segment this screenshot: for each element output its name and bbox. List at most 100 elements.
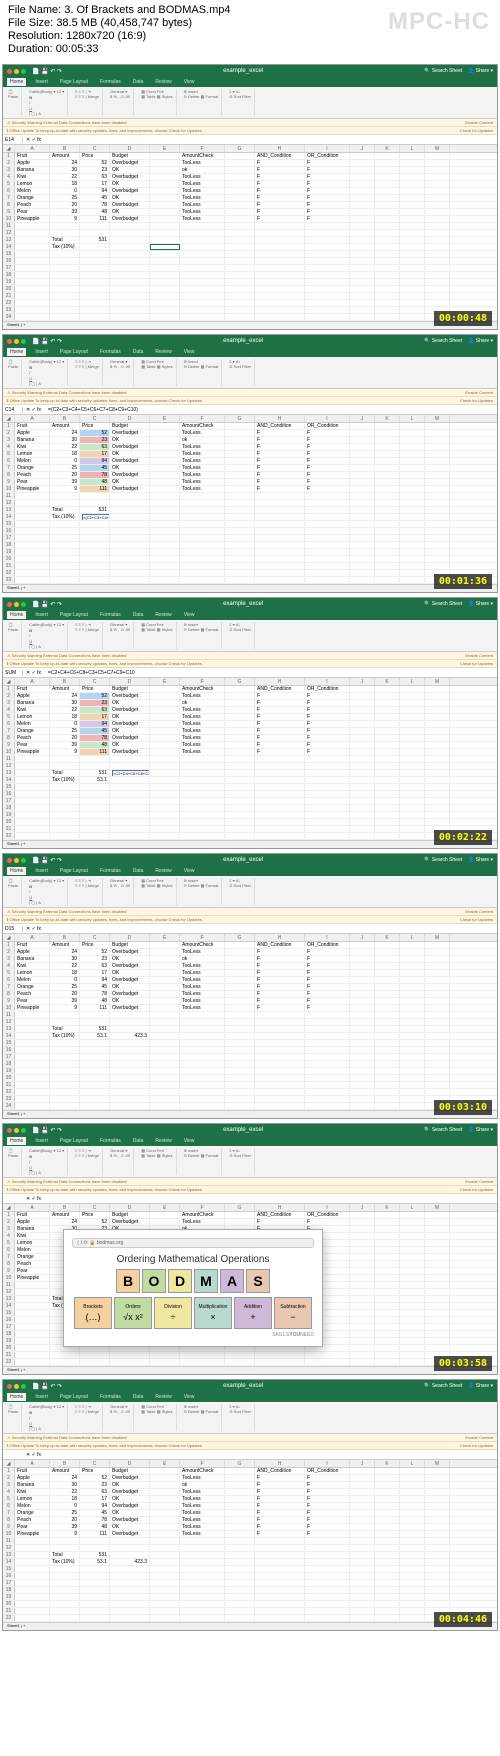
empty-row[interactable]: 15 xyxy=(3,784,497,791)
tab-formulas[interactable]: Formulas xyxy=(97,1393,124,1401)
empty-row[interactable]: 17 xyxy=(3,1580,497,1587)
share-button[interactable]: 👤 Share ▾ xyxy=(468,338,493,344)
window-controls[interactable] xyxy=(7,602,26,607)
check-updates-button[interactable]: Check for Updates xyxy=(460,1187,493,1192)
check-updates-button[interactable]: Check for Updates xyxy=(460,661,493,666)
table-row[interactable]: 4 Kiwi2263OverbudgetTooLessFF xyxy=(3,444,497,451)
bodmas-popup-window[interactable]: ⟨ ⟩ ⟳ 🔒 bodmas.org Ordering Mathematical… xyxy=(63,1229,323,1347)
formula-bar[interactable]: C14 ✕ ✓ fx =(C2+C3+C4+C5+C6+C7+C8+C9+C10… xyxy=(3,405,497,415)
enable-content-button[interactable]: Enable Content xyxy=(465,1435,493,1440)
total-row[interactable]: 13Total531 xyxy=(3,507,497,514)
empty-row[interactable]: 11 xyxy=(3,1012,497,1019)
formula-bar[interactable]: ✕ ✓ fx xyxy=(3,1194,497,1204)
tax-row[interactable]: 14Tax (10%)=(C2+C3+C4+C5+C6+C7+C8+C9+C10… xyxy=(3,514,497,521)
table-row[interactable]: 7 Orange2545OKTooLessFF xyxy=(3,465,497,472)
table-row[interactable]: 5 Lemon1817OKTooLessFF xyxy=(3,181,497,188)
tab-formulas[interactable]: Formulas xyxy=(97,348,124,356)
empty-row[interactable]: 18 xyxy=(3,1587,497,1594)
ribbon-body[interactable]: 📋Paste Calibri(Body) ▾ 12 ▾B I U | ▢ | A… xyxy=(3,1402,497,1434)
spreadsheet[interactable]: ◢ ABCDEFGHIJKLM 1 FruitAmountPriceBudget… xyxy=(3,1204,497,1366)
tab-insert[interactable]: Insert xyxy=(32,348,51,356)
table-row[interactable]: 3 Banana3023OKokFF xyxy=(3,167,497,174)
empty-row[interactable]: 12 xyxy=(3,1019,497,1026)
tab-view[interactable]: View xyxy=(181,611,198,619)
tab-review[interactable]: Review xyxy=(152,1137,174,1145)
window-controls[interactable] xyxy=(7,69,26,74)
tab-page-layout[interactable]: Page Layout xyxy=(57,348,91,356)
tab-insert[interactable]: Insert xyxy=(32,1137,51,1145)
share-button[interactable]: 👤 Share ▾ xyxy=(468,857,493,863)
table-row[interactable]: 6 Melon094OverbudgetTooLessFF xyxy=(3,1503,497,1510)
tab-view[interactable]: View xyxy=(181,867,198,875)
search-box[interactable]: 🔍 Search Sheet xyxy=(424,68,462,74)
search-box[interactable]: 🔍 Search Sheet xyxy=(424,857,462,863)
tab-review[interactable]: Review xyxy=(152,348,174,356)
tab-data[interactable]: Data xyxy=(130,611,147,619)
search-box[interactable]: 🔍 Search Sheet xyxy=(424,601,462,607)
tab-formulas[interactable]: Formulas xyxy=(97,611,124,619)
table-row[interactable]: 10 Pineapple9111OverbudgetTooLessFF xyxy=(3,749,497,756)
table-row[interactable]: 9 Pear3948OKTooLessFF xyxy=(3,742,497,749)
table-row[interactable]: 9 Pear3948OKTooLessFF xyxy=(3,1524,497,1531)
empty-row[interactable]: 17 xyxy=(3,1054,497,1061)
empty-row[interactable]: 19 xyxy=(3,279,497,286)
empty-row[interactable]: 12 xyxy=(3,763,497,770)
empty-row[interactable]: 17 xyxy=(3,535,497,542)
empty-row[interactable]: 21 xyxy=(3,826,497,833)
spreadsheet[interactable]: ◢ ABCDEFGHIJKLM 1 FruitAmountPriceBudget… xyxy=(3,678,497,840)
quick-access[interactable]: 📄 💾 ↶ ↷ xyxy=(32,338,62,345)
table-row[interactable]: 5 Lemon1817OKTooLessFF xyxy=(3,714,497,721)
empty-row[interactable]: 20 xyxy=(3,1075,497,1082)
tab-data[interactable]: Data xyxy=(130,78,147,86)
tax-row[interactable]: 14Tax (10%)53.1 xyxy=(3,777,497,784)
quick-access[interactable]: 📄 💾 ↶ ↷ xyxy=(32,1383,62,1390)
empty-row[interactable]: 21 xyxy=(3,293,497,300)
formula-input[interactable]: =C2+C4+C6+C8+C3+C5+C7+C9+C10 xyxy=(44,670,497,676)
column-headers[interactable]: ◢ ABCDEFGHIJKLM xyxy=(3,678,497,686)
table-row[interactable]: 6 Melon094OverbudgetTooLessFF xyxy=(3,977,497,984)
empty-row[interactable]: 20 xyxy=(3,556,497,563)
ribbon-body[interactable]: 📋Paste Calibri(Body) ▾ 12 ▾B I U | ▢ | A… xyxy=(3,876,497,908)
name-box[interactable]: E14 xyxy=(3,137,23,143)
table-row[interactable]: 5 Lemon1817OKTooLessFF xyxy=(3,1496,497,1503)
empty-row[interactable]: 12 xyxy=(3,500,497,507)
search-box[interactable]: 🔍 Search Sheet xyxy=(424,1383,462,1389)
ribbon-body[interactable]: 📋Paste Calibri(Body) ▾ 12 ▾B I U | ▢ | A… xyxy=(3,1146,497,1178)
search-box[interactable]: 🔍 Search Sheet xyxy=(424,1127,462,1133)
table-row[interactable]: 4 Kiwi2263OverbudgetTooLessFF xyxy=(3,1489,497,1496)
tab-home[interactable]: Home xyxy=(7,1137,26,1145)
column-headers[interactable]: ◢ ABCDEFGHIJKLM xyxy=(3,145,497,153)
empty-row[interactable]: 21 xyxy=(3,1082,497,1089)
table-row[interactable]: 9 Pear3948OKTooLessFF xyxy=(3,209,497,216)
tab-insert[interactable]: Insert xyxy=(32,867,51,875)
empty-row[interactable]: 16 xyxy=(3,528,497,535)
sheet-tabs[interactable]: Sheet1 | + xyxy=(3,1110,497,1118)
empty-row[interactable]: 11 xyxy=(3,1538,497,1545)
empty-row[interactable]: 20 xyxy=(3,286,497,293)
table-row[interactable]: 8 Peach2078OverbudgetTooLessFF xyxy=(3,1517,497,1524)
empty-row[interactable]: 16 xyxy=(3,791,497,798)
tax-row[interactable]: 14Tax (10%) xyxy=(3,244,497,251)
quick-access[interactable]: 📄 💾 ↶ ↷ xyxy=(32,857,62,864)
table-row[interactable]: 4 Kiwi2263OverbudgetTooLessFF xyxy=(3,963,497,970)
tab-formulas[interactable]: Formulas xyxy=(97,78,124,86)
empty-row[interactable]: 24 xyxy=(3,314,497,321)
column-headers[interactable]: ◢ ABCDEFGHIJKLM xyxy=(3,415,497,423)
empty-row[interactable]: 22 xyxy=(3,833,497,840)
tab-page-layout[interactable]: Page Layout xyxy=(57,1393,91,1401)
table-row[interactable]: 10 Pineapple9111OverbudgetTooLessFF xyxy=(3,486,497,493)
empty-row[interactable]: 20 xyxy=(3,819,497,826)
sheet-tabs[interactable]: Sheet1 | + xyxy=(3,1366,497,1374)
window-controls[interactable] xyxy=(7,339,26,344)
tab-data[interactable]: Data xyxy=(130,1393,147,1401)
empty-row[interactable]: 23 xyxy=(3,307,497,314)
table-row[interactable]: 8 Peach2078OverbudgetTooLessFF xyxy=(3,735,497,742)
tab-data[interactable]: Data xyxy=(130,348,147,356)
empty-row[interactable]: 11 xyxy=(3,223,497,230)
table-row[interactable]: 4 Kiwi2263OverbudgetTooLessFF xyxy=(3,707,497,714)
empty-row[interactable]: 20 xyxy=(3,1601,497,1608)
table-row[interactable]: 6 Melon094OverbudgetTooLessFF xyxy=(3,721,497,728)
empty-row[interactable]: 12 xyxy=(3,230,497,237)
tab-formulas[interactable]: Formulas xyxy=(97,867,124,875)
window-controls[interactable] xyxy=(7,858,26,863)
